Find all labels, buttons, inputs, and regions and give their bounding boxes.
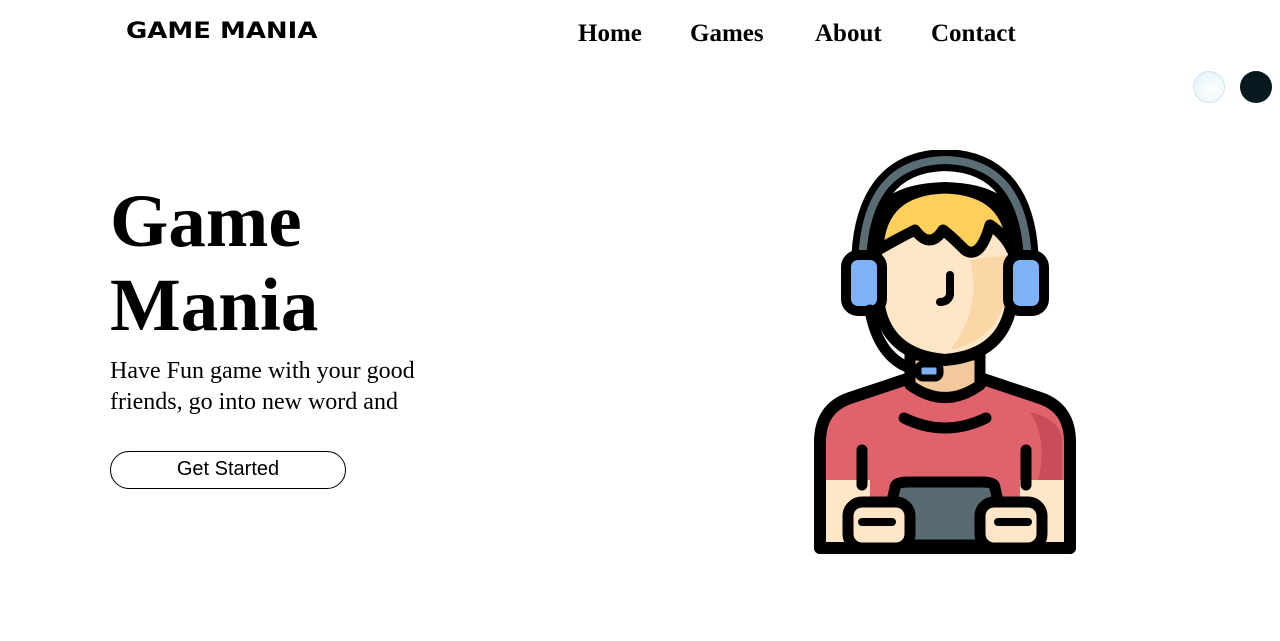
dark-theme-toggle[interactable] (1240, 71, 1272, 103)
get-started-button[interactable]: Get Started (110, 451, 346, 489)
nav-contact[interactable]: Contact (931, 18, 1016, 50)
hero-description-line-2: friends, go into new word and (110, 389, 398, 415)
hero-title: Game Mania (110, 180, 318, 348)
nav-games[interactable]: Games (690, 18, 764, 50)
nav-home[interactable]: Home (578, 18, 642, 50)
hero-title-line-2: Mania (110, 264, 319, 347)
main-nav: Home Games About Contact (0, 18, 1280, 50)
gamer-with-headset-icon (814, 150, 1076, 554)
hero-title-line-1: Game (110, 180, 302, 263)
light-theme-toggle[interactable] (1193, 71, 1225, 103)
hero-description: Have Fun game with your good friends, go… (110, 356, 450, 418)
hero-description-line-1: Have Fun game with your good (110, 358, 415, 384)
nav-about[interactable]: About (815, 18, 882, 50)
